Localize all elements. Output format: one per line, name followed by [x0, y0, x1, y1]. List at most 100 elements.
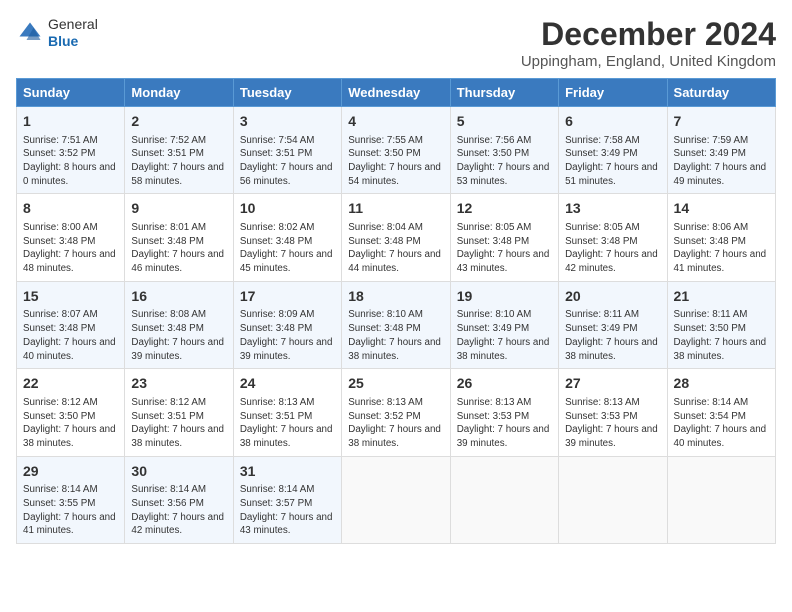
day-number: 15 — [23, 287, 118, 307]
day-number: 20 — [565, 287, 660, 307]
day-info: Sunrise: 8:14 AM Sunset: 3:54 PM Dayligh… — [674, 396, 769, 451]
calendar-week-row: 1Sunrise: 7:51 AM Sunset: 3:52 PM Daylig… — [17, 107, 776, 194]
calendar-day-cell: 3Sunrise: 7:54 AM Sunset: 3:51 PM Daylig… — [233, 107, 341, 194]
calendar-day-cell: 1Sunrise: 7:51 AM Sunset: 3:52 PM Daylig… — [17, 107, 125, 194]
calendar-day-cell: 11Sunrise: 8:04 AM Sunset: 3:48 PM Dayli… — [342, 194, 450, 281]
day-number: 19 — [457, 287, 552, 307]
calendar-week-row: 15Sunrise: 8:07 AM Sunset: 3:48 PM Dayli… — [17, 281, 776, 368]
calendar-day-cell: 31Sunrise: 8:14 AM Sunset: 3:57 PM Dayli… — [233, 456, 341, 543]
calendar-day-cell: 26Sunrise: 8:13 AM Sunset: 3:53 PM Dayli… — [450, 369, 558, 456]
calendar-day-cell: 27Sunrise: 8:13 AM Sunset: 3:53 PM Dayli… — [559, 369, 667, 456]
day-number: 11 — [348, 199, 443, 219]
calendar-day-cell: 23Sunrise: 8:12 AM Sunset: 3:51 PM Dayli… — [125, 369, 233, 456]
day-info: Sunrise: 8:14 AM Sunset: 3:55 PM Dayligh… — [23, 483, 118, 538]
day-info: Sunrise: 8:01 AM Sunset: 3:48 PM Dayligh… — [131, 221, 226, 276]
calendar-day-cell — [450, 456, 558, 543]
calendar-day-cell — [667, 456, 775, 543]
calendar-day-cell: 22Sunrise: 8:12 AM Sunset: 3:50 PM Dayli… — [17, 369, 125, 456]
day-info: Sunrise: 8:08 AM Sunset: 3:48 PM Dayligh… — [131, 308, 226, 363]
day-number: 26 — [457, 374, 552, 394]
day-info: Sunrise: 8:10 AM Sunset: 3:48 PM Dayligh… — [348, 308, 443, 363]
logo-text: General Blue — [48, 16, 98, 50]
day-info: Sunrise: 7:55 AM Sunset: 3:50 PM Dayligh… — [348, 134, 443, 189]
logo-icon — [16, 19, 44, 47]
day-number: 17 — [240, 287, 335, 307]
day-info: Sunrise: 8:07 AM Sunset: 3:48 PM Dayligh… — [23, 308, 118, 363]
day-info: Sunrise: 8:00 AM Sunset: 3:48 PM Dayligh… — [23, 221, 118, 276]
day-info: Sunrise: 8:13 AM Sunset: 3:52 PM Dayligh… — [348, 396, 443, 451]
calendar-day-cell: 28Sunrise: 8:14 AM Sunset: 3:54 PM Dayli… — [667, 369, 775, 456]
location: Uppingham, England, United Kingdom — [521, 53, 776, 70]
month-title: December 2024 — [521, 16, 776, 53]
day-info: Sunrise: 8:09 AM Sunset: 3:48 PM Dayligh… — [240, 308, 335, 363]
weekday-header-sunday: Sunday — [17, 79, 125, 107]
day-info: Sunrise: 7:52 AM Sunset: 3:51 PM Dayligh… — [131, 134, 226, 189]
day-number: 10 — [240, 199, 335, 219]
day-info: Sunrise: 8:13 AM Sunset: 3:51 PM Dayligh… — [240, 396, 335, 451]
page-header: General Blue December 2024 Uppingham, En… — [16, 16, 776, 70]
day-info: Sunrise: 8:13 AM Sunset: 3:53 PM Dayligh… — [565, 396, 660, 451]
day-info: Sunrise: 7:51 AM Sunset: 3:52 PM Dayligh… — [23, 134, 118, 189]
day-number: 8 — [23, 199, 118, 219]
day-number: 22 — [23, 374, 118, 394]
calendar-day-cell: 16Sunrise: 8:08 AM Sunset: 3:48 PM Dayli… — [125, 281, 233, 368]
calendar-day-cell: 9Sunrise: 8:01 AM Sunset: 3:48 PM Daylig… — [125, 194, 233, 281]
weekday-header-row: SundayMondayTuesdayWednesdayThursdayFrid… — [17, 79, 776, 107]
day-number: 4 — [348, 112, 443, 132]
calendar-day-cell: 19Sunrise: 8:10 AM Sunset: 3:49 PM Dayli… — [450, 281, 558, 368]
day-info: Sunrise: 7:58 AM Sunset: 3:49 PM Dayligh… — [565, 134, 660, 189]
calendar-day-cell: 13Sunrise: 8:05 AM Sunset: 3:48 PM Dayli… — [559, 194, 667, 281]
calendar-day-cell: 6Sunrise: 7:58 AM Sunset: 3:49 PM Daylig… — [559, 107, 667, 194]
calendar-day-cell: 14Sunrise: 8:06 AM Sunset: 3:48 PM Dayli… — [667, 194, 775, 281]
day-number: 23 — [131, 374, 226, 394]
weekday-header-thursday: Thursday — [450, 79, 558, 107]
calendar-day-cell: 17Sunrise: 8:09 AM Sunset: 3:48 PM Dayli… — [233, 281, 341, 368]
calendar-day-cell: 29Sunrise: 8:14 AM Sunset: 3:55 PM Dayli… — [17, 456, 125, 543]
day-number: 7 — [674, 112, 769, 132]
calendar-day-cell: 5Sunrise: 7:56 AM Sunset: 3:50 PM Daylig… — [450, 107, 558, 194]
calendar-day-cell: 18Sunrise: 8:10 AM Sunset: 3:48 PM Dayli… — [342, 281, 450, 368]
calendar-day-cell — [559, 456, 667, 543]
day-number: 6 — [565, 112, 660, 132]
day-info: Sunrise: 8:14 AM Sunset: 3:57 PM Dayligh… — [240, 483, 335, 538]
calendar-day-cell: 30Sunrise: 8:14 AM Sunset: 3:56 PM Dayli… — [125, 456, 233, 543]
calendar-day-cell: 20Sunrise: 8:11 AM Sunset: 3:49 PM Dayli… — [559, 281, 667, 368]
day-number: 12 — [457, 199, 552, 219]
day-number: 9 — [131, 199, 226, 219]
day-number: 21 — [674, 287, 769, 307]
title-block: December 2024 Uppingham, England, United… — [521, 16, 776, 70]
day-info: Sunrise: 8:04 AM Sunset: 3:48 PM Dayligh… — [348, 221, 443, 276]
day-info: Sunrise: 8:06 AM Sunset: 3:48 PM Dayligh… — [674, 221, 769, 276]
day-info: Sunrise: 8:11 AM Sunset: 3:50 PM Dayligh… — [674, 308, 769, 363]
day-info: Sunrise: 8:10 AM Sunset: 3:49 PM Dayligh… — [457, 308, 552, 363]
calendar-table: SundayMondayTuesdayWednesdayThursdayFrid… — [16, 78, 776, 544]
day-number: 1 — [23, 112, 118, 132]
day-info: Sunrise: 7:59 AM Sunset: 3:49 PM Dayligh… — [674, 134, 769, 189]
day-info: Sunrise: 8:12 AM Sunset: 3:51 PM Dayligh… — [131, 396, 226, 451]
day-number: 28 — [674, 374, 769, 394]
day-info: Sunrise: 8:12 AM Sunset: 3:50 PM Dayligh… — [23, 396, 118, 451]
calendar-day-cell — [342, 456, 450, 543]
weekday-header-saturday: Saturday — [667, 79, 775, 107]
calendar-week-row: 29Sunrise: 8:14 AM Sunset: 3:55 PM Dayli… — [17, 456, 776, 543]
day-number: 2 — [131, 112, 226, 132]
day-info: Sunrise: 8:13 AM Sunset: 3:53 PM Dayligh… — [457, 396, 552, 451]
calendar-week-row: 22Sunrise: 8:12 AM Sunset: 3:50 PM Dayli… — [17, 369, 776, 456]
calendar-day-cell: 21Sunrise: 8:11 AM Sunset: 3:50 PM Dayli… — [667, 281, 775, 368]
day-info: Sunrise: 8:05 AM Sunset: 3:48 PM Dayligh… — [457, 221, 552, 276]
day-info: Sunrise: 7:54 AM Sunset: 3:51 PM Dayligh… — [240, 134, 335, 189]
calendar-day-cell: 25Sunrise: 8:13 AM Sunset: 3:52 PM Dayli… — [342, 369, 450, 456]
day-number: 29 — [23, 462, 118, 482]
day-info: Sunrise: 8:02 AM Sunset: 3:48 PM Dayligh… — [240, 221, 335, 276]
calendar-day-cell: 4Sunrise: 7:55 AM Sunset: 3:50 PM Daylig… — [342, 107, 450, 194]
day-number: 25 — [348, 374, 443, 394]
day-number: 14 — [674, 199, 769, 219]
calendar-week-row: 8Sunrise: 8:00 AM Sunset: 3:48 PM Daylig… — [17, 194, 776, 281]
day-number: 18 — [348, 287, 443, 307]
day-number: 27 — [565, 374, 660, 394]
weekday-header-wednesday: Wednesday — [342, 79, 450, 107]
day-number: 13 — [565, 199, 660, 219]
day-info: Sunrise: 7:56 AM Sunset: 3:50 PM Dayligh… — [457, 134, 552, 189]
day-number: 24 — [240, 374, 335, 394]
calendar-day-cell: 10Sunrise: 8:02 AM Sunset: 3:48 PM Dayli… — [233, 194, 341, 281]
